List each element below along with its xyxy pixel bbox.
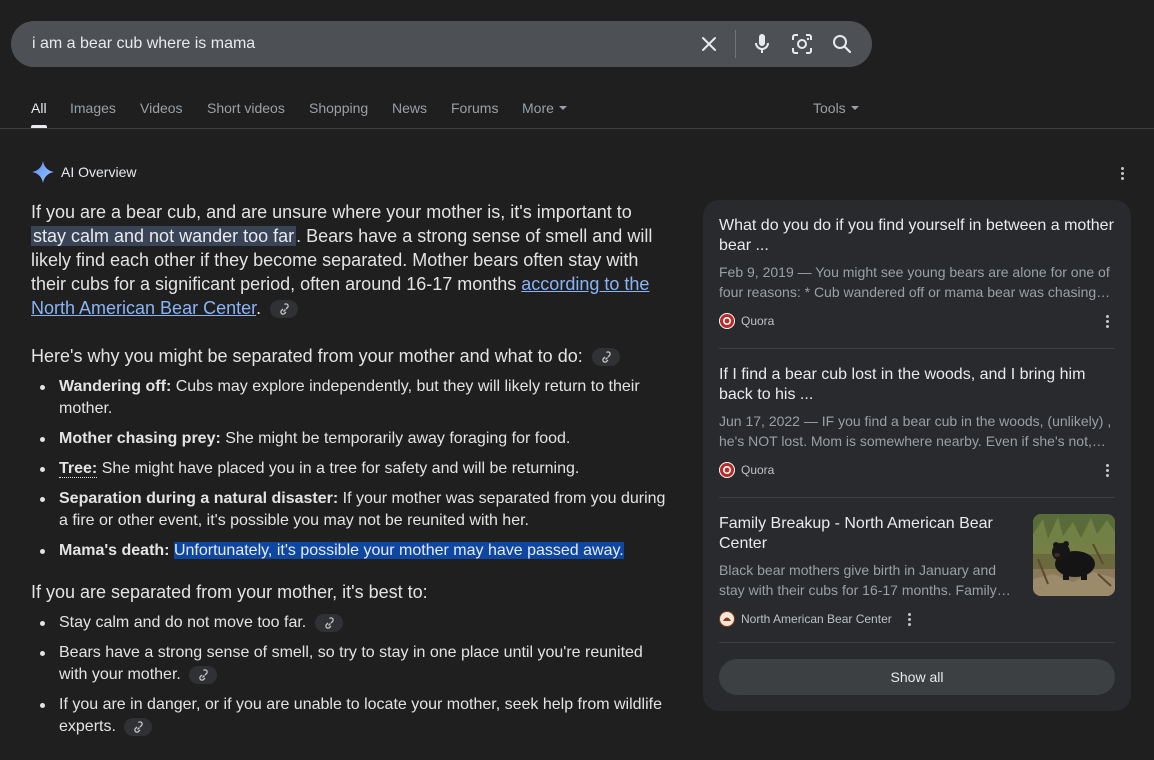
link-chip-icon[interactable]	[189, 665, 218, 684]
source-title[interactable]: What do you do if you find yourself in b…	[719, 216, 1115, 256]
lens-icon[interactable]	[782, 21, 822, 67]
reason-term: Mama's death:	[59, 542, 170, 559]
more-options-icon[interactable]	[1099, 312, 1115, 330]
search-tabs: All Images Videos Short videos Shopping …	[0, 86, 1154, 129]
source-snippet: Jun 17, 2022 — IF you find a bear cub in…	[719, 413, 1112, 449]
sources-panel: What do you do if you find yourself in b…	[703, 200, 1131, 711]
tools-button[interactable]: Tools	[813, 100, 859, 116]
list-item: If you are in danger, or if you are unab…	[31, 694, 671, 738]
intro-text-3: .	[256, 298, 262, 318]
source-name: Quora	[741, 314, 775, 328]
gemini-sparkle-icon	[32, 161, 54, 183]
link-chip-icon[interactable]	[124, 717, 153, 736]
link-chip-icon[interactable]	[314, 613, 343, 632]
tab-more-label: More	[522, 100, 554, 116]
tip-text: Bears have a strong sense of smell, so t…	[59, 644, 643, 683]
more-options-icon[interactable]	[1099, 461, 1115, 479]
why-heading-text: Here's why you might be separated from y…	[31, 346, 583, 366]
source-snippet: Feb 9, 2019 — You might see young bears …	[719, 264, 1110, 300]
show-all-button[interactable]: Show all	[719, 659, 1115, 695]
intro-paragraph: If you are a bear cub, and are unsure wh…	[31, 200, 671, 320]
tab-news[interactable]: News	[392, 100, 427, 116]
active-tab-indicator	[31, 125, 47, 128]
search-icon[interactable]	[822, 21, 862, 67]
tools-label: Tools	[813, 100, 846, 116]
ai-overview-header: AI Overview	[31, 160, 136, 184]
card-divider	[719, 642, 1115, 643]
list-item: Stay calm and do not move too far.	[31, 612, 671, 634]
quora-favicon-icon	[719, 462, 735, 478]
list-item: Mother chasing prey: She might be tempor…	[31, 428, 671, 450]
more-options-icon[interactable]	[902, 610, 918, 628]
ai-overview-menu-icon[interactable]	[1112, 163, 1132, 183]
close-icon[interactable]	[689, 21, 729, 67]
card-divider	[719, 497, 1115, 498]
ai-overview-body: If you are a bear cub, and are unsure wh…	[31, 200, 671, 746]
link-chip-icon[interactable]	[270, 300, 299, 319]
tips-list: Stay calm and do not move too far. Bears…	[31, 612, 671, 738]
tab-shopping[interactable]: Shopping	[309, 100, 368, 116]
reason-term[interactable]: Tree:	[59, 460, 98, 478]
tab-more[interactable]: More	[522, 100, 567, 116]
list-item: Mama's death: Unfortunately, it's possib…	[31, 540, 671, 562]
list-item: Tree: She might have placed you in a tre…	[31, 458, 671, 480]
best-heading: If you are separated from your mother, i…	[31, 582, 428, 602]
reason-term: Wandering off:	[59, 378, 172, 395]
tip-text: Stay calm and do not move too far.	[59, 614, 307, 631]
reason-text: She might be temporarily away foraging f…	[220, 430, 571, 447]
quora-favicon-icon	[719, 313, 735, 329]
source-meta: Quora	[719, 461, 1115, 479]
source-card[interactable]: Family Breakup - North American Bear Cen…	[719, 514, 1019, 628]
chevron-down-icon	[558, 106, 567, 111]
link-chip-icon[interactable]	[591, 348, 620, 367]
list-item: Bears have a strong sense of smell, so t…	[31, 642, 671, 686]
source-card[interactable]: If I find a bear cub lost in the woods, …	[719, 365, 1115, 479]
source-name: North American Bear Center	[741, 612, 892, 626]
source-snippet: Black bear mothers give birth in January…	[719, 562, 997, 598]
reason-text: She might have placed you in a tree for …	[97, 460, 580, 477]
chevron-down-icon	[850, 106, 859, 111]
reason-text-highlighted: Unfortunately, it's possible your mother…	[173, 542, 624, 559]
source-title[interactable]: If I find a bear cub lost in the woods, …	[719, 365, 1115, 405]
bear-thumbnail[interactable]	[1033, 514, 1115, 596]
source-card[interactable]: What do you do if you find yourself in b…	[719, 216, 1115, 330]
reason-term: Separation during a natural disaster:	[59, 490, 339, 507]
reasons-list: Wandering off: Cubs may explore independ…	[31, 376, 671, 562]
intro-text-1: If you are a bear cub, and are unsure wh…	[31, 202, 632, 222]
tab-images[interactable]: Images	[70, 100, 116, 116]
ai-overview-label: AI Overview	[61, 164, 137, 180]
list-item: Separation during a natural disaster: If…	[31, 488, 671, 532]
search-bar[interactable]: i am a bear cub where is mama	[11, 21, 872, 67]
tab-forums[interactable]: Forums	[451, 100, 498, 116]
card-divider	[719, 348, 1115, 349]
source-title[interactable]: Family Breakup - North American Bear Cen…	[719, 514, 1019, 554]
why-heading: Here's why you might be separated from y…	[31, 344, 671, 368]
search-bar-actions	[689, 21, 872, 67]
source-meta: North American Bear Center	[719, 610, 1019, 628]
reason-term: Mother chasing prey:	[59, 430, 221, 447]
tab-all[interactable]: All	[31, 100, 47, 116]
list-item: Wandering off: Cubs may explore independ…	[31, 376, 671, 420]
mic-icon[interactable]	[742, 21, 782, 67]
tab-videos[interactable]: Videos	[140, 100, 183, 116]
source-meta: Quora	[719, 312, 1115, 330]
bear-center-favicon-icon	[719, 611, 735, 627]
source-name: Quora	[741, 463, 775, 477]
intro-highlight: stay calm and not wander too far	[31, 226, 297, 246]
tab-short-videos[interactable]: Short videos	[207, 100, 285, 116]
search-input[interactable]: i am a bear cub where is mama	[11, 35, 689, 53]
search-divider	[735, 30, 736, 58]
